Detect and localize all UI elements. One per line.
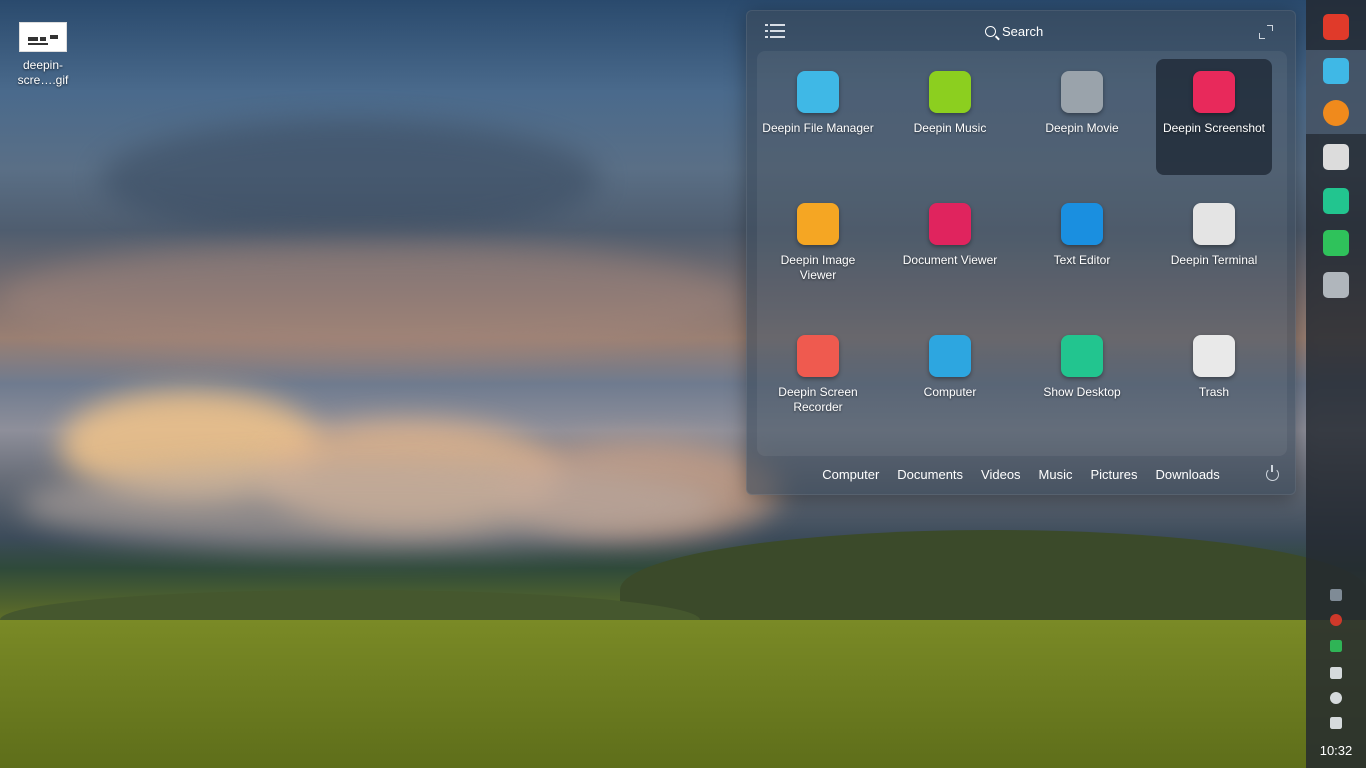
app-label: Trash (1198, 385, 1230, 399)
dock-item-show-desktop[interactable] (1306, 180, 1366, 222)
quick-links-bar: Computer Documents Videos Music Pictures Down… (747, 454, 1295, 494)
quick-link-computer[interactable]: Computer (822, 467, 879, 482)
app-launcher: Search Deepin File Manager Deepin Music De… (746, 10, 1296, 495)
app-label: Document Viewer (902, 253, 998, 267)
quick-link-pictures[interactable]: Pictures (1091, 467, 1138, 482)
quick-link-music[interactable]: Music (1039, 467, 1073, 482)
app-grid: Deepin File Manager Deepin Music Deepin Mo… (757, 51, 1287, 456)
app-label: Computer (923, 385, 977, 399)
app-image-viewer[interactable]: Deepin Image Viewer (760, 191, 876, 307)
file-manager-icon (797, 71, 839, 113)
app-movie[interactable]: Deepin Movie (1024, 59, 1140, 175)
app-label: Deepin File Manager (762, 121, 874, 135)
fullscreen-icon[interactable] (1259, 25, 1273, 39)
app-label: Deepin Movie (1045, 121, 1119, 135)
dock-item-system-monitor[interactable] (1306, 222, 1366, 264)
document-viewer-icon (929, 203, 971, 245)
power-icon[interactable] (1330, 692, 1342, 704)
app-trash[interactable]: Trash (1156, 323, 1272, 439)
app-label: Deepin Music (913, 121, 987, 135)
dock-item-terminal[interactable] (1306, 136, 1366, 178)
trash-icon (1193, 335, 1235, 377)
app-text-editor[interactable]: Text Editor (1024, 191, 1140, 307)
firefox-icon (1323, 100, 1349, 126)
keyboard-icon[interactable] (1330, 589, 1342, 601)
quick-link-downloads[interactable]: Downloads (1155, 467, 1219, 482)
dock-item-file-manager[interactable] (1306, 50, 1366, 92)
show-desktop-icon (1061, 335, 1103, 377)
app-computer[interactable]: Computer (892, 323, 1008, 439)
app-screenshot[interactable]: Deepin Screenshot (1156, 59, 1272, 175)
system-monitor-icon (1323, 230, 1349, 256)
search-box[interactable]: Search (985, 20, 1065, 42)
screenshot-icon (1193, 71, 1235, 113)
quick-link-documents[interactable]: Documents (897, 467, 963, 482)
app-label: Show Desktop (1043, 385, 1121, 399)
screen-recorder-icon (797, 335, 839, 377)
calendar-icon[interactable] (1330, 640, 1342, 652)
dock: 10:32 (1306, 0, 1366, 768)
category-mode-icon[interactable] (765, 23, 785, 39)
search-icon (985, 25, 996, 37)
terminal-icon (1193, 203, 1235, 245)
app-screen-recorder[interactable]: Deepin Screen Recorder (760, 323, 876, 439)
terminal-icon (1323, 144, 1349, 170)
app-file-manager[interactable]: Deepin File Manager (760, 59, 876, 175)
settings-icon (1323, 272, 1349, 298)
quick-link-videos[interactable]: Videos (981, 467, 1021, 482)
file-manager-icon (1323, 58, 1349, 84)
desktop-file-label: deepin- scre….gif (17, 58, 69, 87)
app-label: Deepin Terminal (1170, 253, 1258, 267)
app-label: Deepin Screenshot (1162, 121, 1266, 135)
music-icon (929, 71, 971, 113)
launcher-header: Search (747, 11, 1295, 51)
wifi-icon[interactable] (1330, 667, 1342, 679)
dock-item-firefox[interactable] (1306, 92, 1366, 134)
gif-thumbnail-icon (19, 22, 67, 52)
app-label: Text Editor (1053, 253, 1111, 267)
app-show-desktop[interactable]: Show Desktop (1024, 323, 1140, 439)
text-editor-icon (1061, 203, 1103, 245)
bug-icon[interactable] (1330, 614, 1342, 626)
app-document-viewer[interactable]: Document Viewer (892, 191, 1008, 307)
show-desktop-icon (1323, 188, 1349, 214)
app-label: Deepin Image Viewer (780, 253, 856, 282)
dock-item-settings[interactable] (1306, 264, 1366, 306)
launcher-icon (1323, 14, 1349, 40)
movie-icon (1061, 71, 1103, 113)
app-terminal[interactable]: Deepin Terminal (1156, 191, 1272, 307)
power-icon[interactable] (1266, 465, 1279, 481)
clock[interactable]: 10:32 (1306, 743, 1366, 758)
app-label: Deepin Screen Recorder (778, 385, 858, 414)
desktop-file-gif[interactable]: deepin- scre….gif (10, 18, 76, 88)
volume-icon[interactable] (1330, 717, 1342, 729)
computer-icon (929, 335, 971, 377)
dock-item-launcher[interactable] (1306, 6, 1366, 48)
search-label: Search (1002, 23, 1044, 39)
image-viewer-icon (797, 203, 839, 245)
app-music[interactable]: Deepin Music (892, 59, 1008, 175)
